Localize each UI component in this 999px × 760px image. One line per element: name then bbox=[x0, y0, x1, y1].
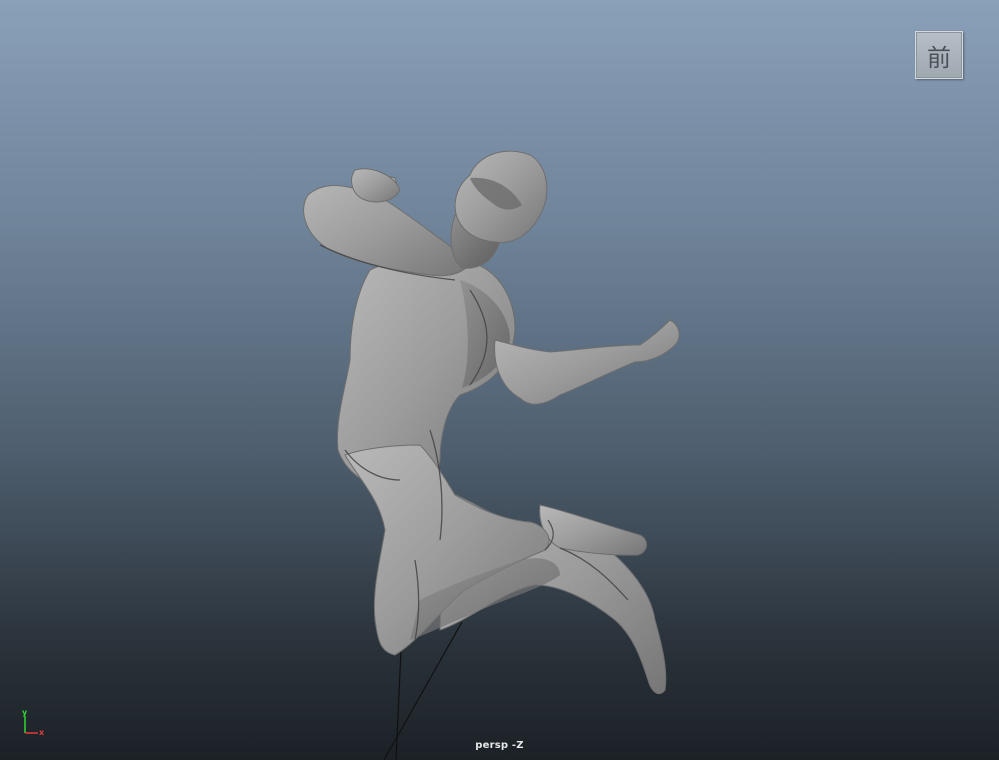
perspective-viewport[interactable]: 前 y x persp -Z bbox=[0, 0, 999, 760]
viewcube-front-face[interactable]: 前 bbox=[915, 31, 963, 79]
model-raised-fist bbox=[351, 168, 401, 203]
axis-gizmo: y x bbox=[22, 708, 45, 736]
jumping-figure-model[interactable] bbox=[0, 0, 999, 760]
viewcube-label: 前 bbox=[927, 43, 951, 72]
y-axis-label: y bbox=[22, 708, 28, 717]
x-axis-label: x bbox=[39, 728, 45, 736]
camera-name-label: persp -Z bbox=[475, 740, 524, 751]
model-extended-arm bbox=[494, 319, 680, 405]
